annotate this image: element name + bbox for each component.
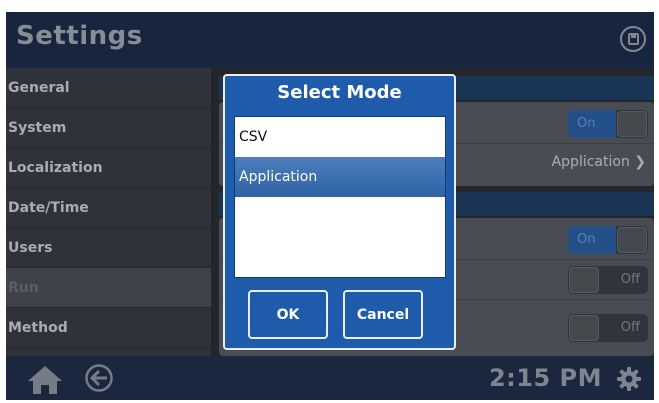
select-mode-dialog: Select Mode CSV Application OK Cancel bbox=[223, 74, 456, 350]
dialog-title: Select Mode bbox=[277, 82, 402, 103]
cancel-button[interactable]: Cancel bbox=[343, 290, 423, 339]
settings-screen: Settings General System Localization Dat… bbox=[6, 12, 654, 400]
mode-option-application[interactable]: Application bbox=[235, 157, 445, 197]
ok-button[interactable]: OK bbox=[248, 290, 328, 339]
mode-option-csv[interactable]: CSV bbox=[235, 117, 445, 157]
mode-listbox[interactable]: CSV Application bbox=[234, 116, 446, 278]
